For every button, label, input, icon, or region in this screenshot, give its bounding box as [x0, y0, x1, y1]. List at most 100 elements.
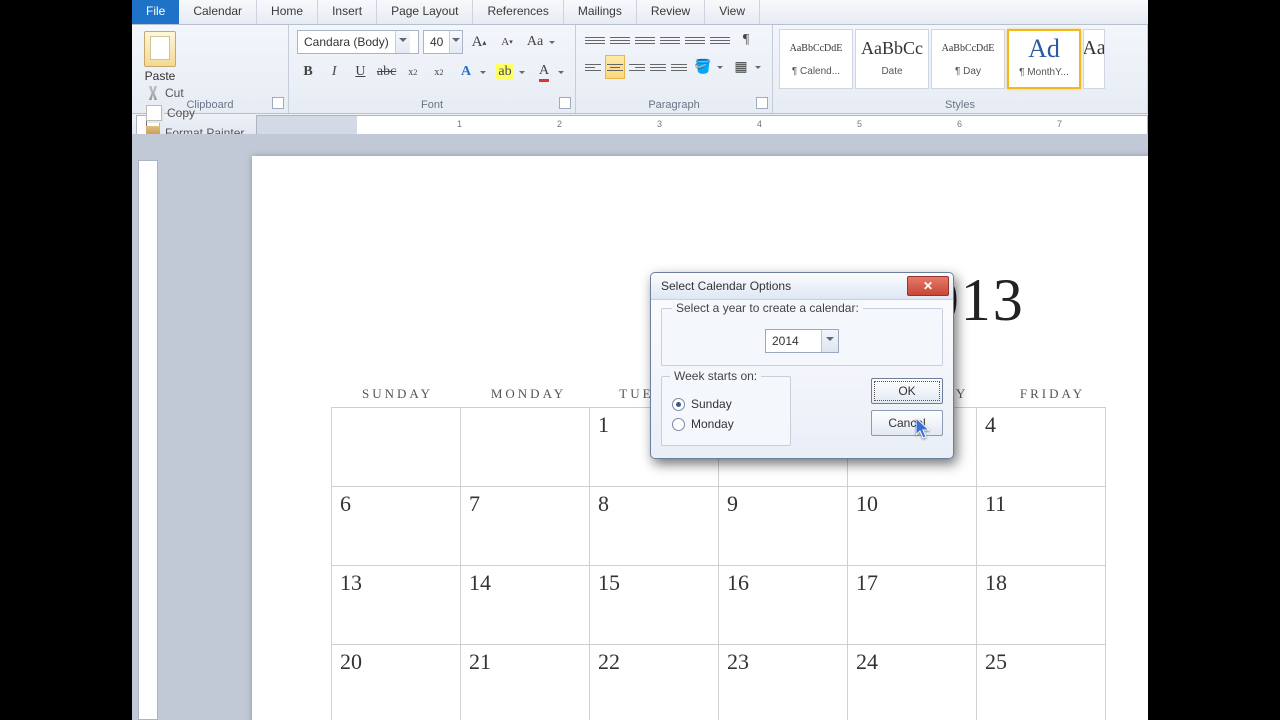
- group-label-clipboard: Clipboard: [132, 99, 288, 111]
- horizontal-ruler[interactable]: 1 2 3 4 5 6 7: [256, 115, 1148, 135]
- calendar-cell[interactable]: 20: [331, 644, 461, 720]
- calendar-cell[interactable]: 24: [847, 644, 977, 720]
- change-case-button[interactable]: Aa: [523, 30, 558, 54]
- chevron-down-icon: [546, 30, 558, 54]
- calendar-cell[interactable]: 7: [460, 486, 590, 566]
- font-size-value: 40: [424, 35, 449, 49]
- tab-pagelayout[interactable]: Page Layout: [377, 0, 473, 24]
- paste-button[interactable]: Paste: [140, 31, 180, 83]
- year-fieldset: Select a year to create a calendar: 2014: [661, 308, 943, 366]
- calendar-cell[interactable]: 23: [718, 644, 848, 720]
- calendar-cell[interactable]: 10: [847, 486, 977, 566]
- group-label-font: Font: [289, 99, 575, 111]
- calendar-cell[interactable]: 18: [976, 565, 1106, 645]
- calendar-cell[interactable]: 8: [589, 486, 719, 566]
- increase-indent-button[interactable]: [684, 29, 706, 51]
- tab-mailings[interactable]: Mailings: [564, 0, 637, 24]
- calendar-cell[interactable]: 16: [718, 565, 848, 645]
- bold-button[interactable]: B: [297, 60, 319, 84]
- chevron-down-icon: [477, 60, 489, 84]
- multilevel-button[interactable]: [634, 29, 656, 51]
- calendar-cell[interactable]: 21: [460, 644, 590, 720]
- year-select[interactable]: 2014: [765, 329, 839, 353]
- subscript-button[interactable]: x2: [402, 60, 424, 84]
- numbering-button[interactable]: [609, 29, 631, 51]
- decrease-indent-button[interactable]: [659, 29, 681, 51]
- shading-button[interactable]: 🪣: [691, 55, 726, 79]
- bullets-button[interactable]: [584, 29, 606, 51]
- close-icon: ✕: [923, 279, 933, 293]
- styles-gallery[interactable]: AaBbCcDdE¶ Calend... AaBbCcDate AaBbCcDd…: [779, 29, 1141, 89]
- year-value: 2014: [766, 334, 821, 348]
- calendar-cell[interactable]: 11: [976, 486, 1106, 566]
- chevron-down-icon: [752, 55, 764, 79]
- calendar-cell[interactable]: 14: [460, 565, 590, 645]
- style-monthyear[interactable]: Ad¶ MonthY...: [1007, 29, 1081, 89]
- vertical-ruler[interactable]: [138, 160, 158, 720]
- sort-button[interactable]: [709, 29, 731, 51]
- radio-sunday-label: Sunday: [691, 397, 732, 411]
- calendar-cell[interactable]: 22: [589, 644, 719, 720]
- calendar-cell[interactable]: 15: [589, 565, 719, 645]
- paragraph-dialog-launcher[interactable]: [756, 97, 768, 109]
- chevron-down-icon: [449, 31, 462, 53]
- grow-font-button[interactable]: A▴: [467, 30, 491, 54]
- align-right-button[interactable]: [628, 56, 646, 78]
- calendar-cell[interactable]: 13: [331, 565, 461, 645]
- tab-references[interactable]: References: [473, 0, 563, 24]
- calendar-cell[interactable]: 6: [331, 486, 461, 566]
- shrink-font-button[interactable]: A▾: [495, 30, 519, 54]
- font-size-combo[interactable]: 40: [423, 30, 463, 54]
- clipboard-dialog-launcher[interactable]: [272, 97, 284, 109]
- group-label-paragraph: Paragraph: [576, 99, 772, 111]
- calendar-cell[interactable]: 9: [718, 486, 848, 566]
- tab-view[interactable]: View: [705, 0, 760, 24]
- radio-monday-label: Monday: [691, 417, 734, 431]
- strikethrough-button[interactable]: abc: [376, 60, 398, 84]
- tab-home[interactable]: Home: [257, 0, 318, 24]
- tab-file[interactable]: File: [132, 0, 179, 24]
- radio-icon: [672, 418, 685, 431]
- day-header: SUNDAY: [332, 386, 463, 408]
- underline-button[interactable]: U: [349, 60, 371, 84]
- calendar-cell[interactable]: 4: [976, 407, 1106, 487]
- font-color-button[interactable]: A: [532, 60, 567, 84]
- calendar-cell[interactable]: [331, 407, 461, 487]
- align-left-button[interactable]: [584, 56, 602, 78]
- calendar-cell[interactable]: 17: [847, 565, 977, 645]
- text-effects-button[interactable]: A: [454, 60, 489, 84]
- font-name-value: Candara (Body): [298, 35, 395, 49]
- calendar-cell[interactable]: [460, 407, 590, 487]
- cut-icon: [146, 86, 160, 100]
- mouse-cursor: [916, 418, 936, 442]
- style-date[interactable]: AaBbCcDate: [855, 29, 929, 89]
- chevron-down-icon: [516, 60, 528, 84]
- tab-review[interactable]: Review: [637, 0, 705, 24]
- radio-monday[interactable]: Monday: [672, 417, 782, 431]
- font-name-combo[interactable]: Candara (Body): [297, 30, 419, 54]
- highlight-button[interactable]: ab: [493, 60, 528, 84]
- style-day[interactable]: AaBbCcDdE¶ Day: [931, 29, 1005, 89]
- close-button[interactable]: ✕: [907, 276, 949, 296]
- font-dialog-launcher[interactable]: [559, 97, 571, 109]
- radio-sunday[interactable]: Sunday: [672, 397, 782, 411]
- align-center-button[interactable]: [605, 55, 625, 79]
- calendar-cell[interactable]: 25: [976, 644, 1106, 720]
- style-calendar[interactable]: AaBbCcDdE¶ Calend...: [779, 29, 853, 89]
- superscript-button[interactable]: x2: [428, 60, 450, 84]
- dialog-title: Select Calendar Options: [661, 279, 791, 293]
- tab-calendar[interactable]: Calendar: [179, 0, 257, 24]
- tab-insert[interactable]: Insert: [318, 0, 377, 24]
- document-area: January 2013 SUNDAY MONDAY TUESDAY WEDNE…: [132, 134, 1148, 720]
- ok-button[interactable]: OK: [871, 378, 943, 404]
- style-more[interactable]: Aa: [1083, 29, 1105, 89]
- borders-button[interactable]: ▦: [729, 55, 764, 79]
- ribbon-tabs: File Calendar Home Insert Page Layout Re…: [132, 0, 1148, 25]
- group-clipboard: Paste Cut Copy Format Painter Clipboard: [132, 25, 289, 113]
- justify-button[interactable]: [649, 56, 667, 78]
- dialog-titlebar[interactable]: Select Calendar Options ✕: [651, 273, 953, 300]
- show-marks-button[interactable]: ¶: [734, 28, 758, 52]
- cut-label: Cut: [165, 86, 184, 100]
- line-spacing-button[interactable]: [670, 56, 688, 78]
- italic-button[interactable]: I: [323, 60, 345, 84]
